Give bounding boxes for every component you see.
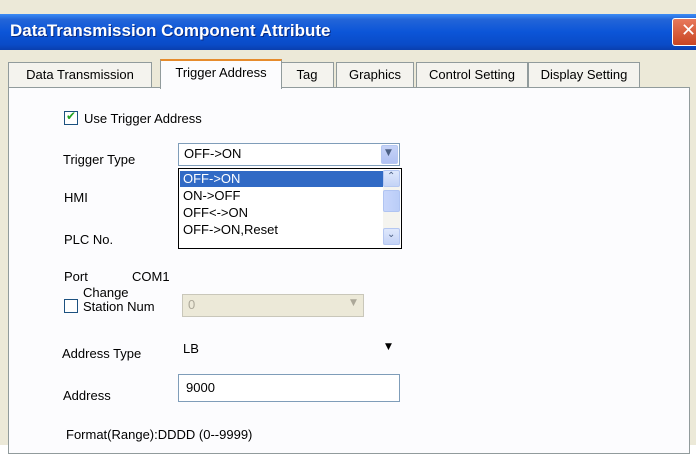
title-bar[interactable]: DataTransmission Component Attribute ✕	[0, 14, 696, 50]
use-trigger-address-checkbox[interactable]: ✔	[64, 109, 78, 125]
port-value: COM1	[132, 269, 170, 284]
option-on-off[interactable]: ON->OFF	[180, 188, 383, 204]
use-trigger-address-label: Use Trigger Address	[84, 111, 202, 126]
trigger-type-select[interactable]: OFF->ON ▼	[178, 143, 400, 166]
tab-trigger-address[interactable]: Trigger Address	[160, 59, 282, 89]
scroll-thumb[interactable]	[383, 190, 400, 212]
dropdown-arrow-icon: ▼	[350, 298, 357, 308]
dropdown-arrow-icon[interactable]: ▼	[381, 145, 398, 164]
change-station-label-2: Station Num	[83, 299, 155, 314]
close-icon: ✕	[681, 20, 696, 41]
tab-data-transmission[interactable]: Data Transmission	[8, 62, 152, 87]
address-value: 9000	[186, 380, 215, 395]
tab-tag[interactable]: Tag	[280, 62, 334, 87]
change-station-label-1: Change	[83, 285, 129, 300]
trigger-type-value: OFF->ON	[184, 146, 242, 161]
window-title: DataTransmission Component Attribute	[10, 21, 331, 40]
tab-graphics[interactable]: Graphics	[336, 62, 414, 87]
address-type-label: Address Type	[62, 346, 142, 361]
trigger-type-dropdown-list: OFF->ON ON->OFF OFF<->ON OFF->ON,Reset ⌃…	[178, 168, 402, 249]
close-button[interactable]: ✕	[672, 18, 696, 46]
tab-control-setting[interactable]: Control Setting	[416, 62, 528, 87]
scroll-up-button[interactable]: ⌃	[383, 170, 400, 187]
address-label: Address	[63, 388, 111, 403]
trigger-type-label: Trigger Type	[63, 152, 136, 167]
change-station-checkbox[interactable]	[64, 299, 78, 313]
station-num-value: 0	[188, 297, 196, 312]
port-label: Port	[64, 269, 88, 284]
plc-no-label: PLC No.	[64, 232, 114, 247]
address-type-value: LB	[183, 341, 199, 356]
dialog-window: DataTransmission Component Attribute ✕ D…	[0, 0, 696, 454]
scroll-down-button[interactable]: ⌄	[383, 228, 400, 245]
dropdown-scrollbar[interactable]: ⌃ ⌄	[383, 170, 400, 245]
address-input[interactable]: 9000	[178, 374, 400, 402]
option-off-on-both[interactable]: OFF<->ON	[180, 205, 383, 221]
tab-display-setting[interactable]: Display Setting	[528, 62, 640, 87]
check-icon: ✔	[66, 109, 77, 123]
dropdown-arrow-icon[interactable]: ▼	[382, 340, 397, 357]
address-type-select[interactable]: LB ▼	[178, 339, 398, 360]
scroll-up-icon: ⌃	[387, 171, 396, 182]
option-off-on[interactable]: OFF->ON	[180, 171, 383, 187]
scroll-down-icon: ⌄	[387, 229, 396, 240]
option-off-on-reset[interactable]: OFF->ON,Reset	[180, 222, 383, 238]
station-num-select[interactable]: 0 ▼	[182, 294, 364, 317]
hmi-label: HMI	[64, 190, 88, 205]
format-range-text: Format(Range):DDDD (0--9999)	[66, 427, 253, 442]
